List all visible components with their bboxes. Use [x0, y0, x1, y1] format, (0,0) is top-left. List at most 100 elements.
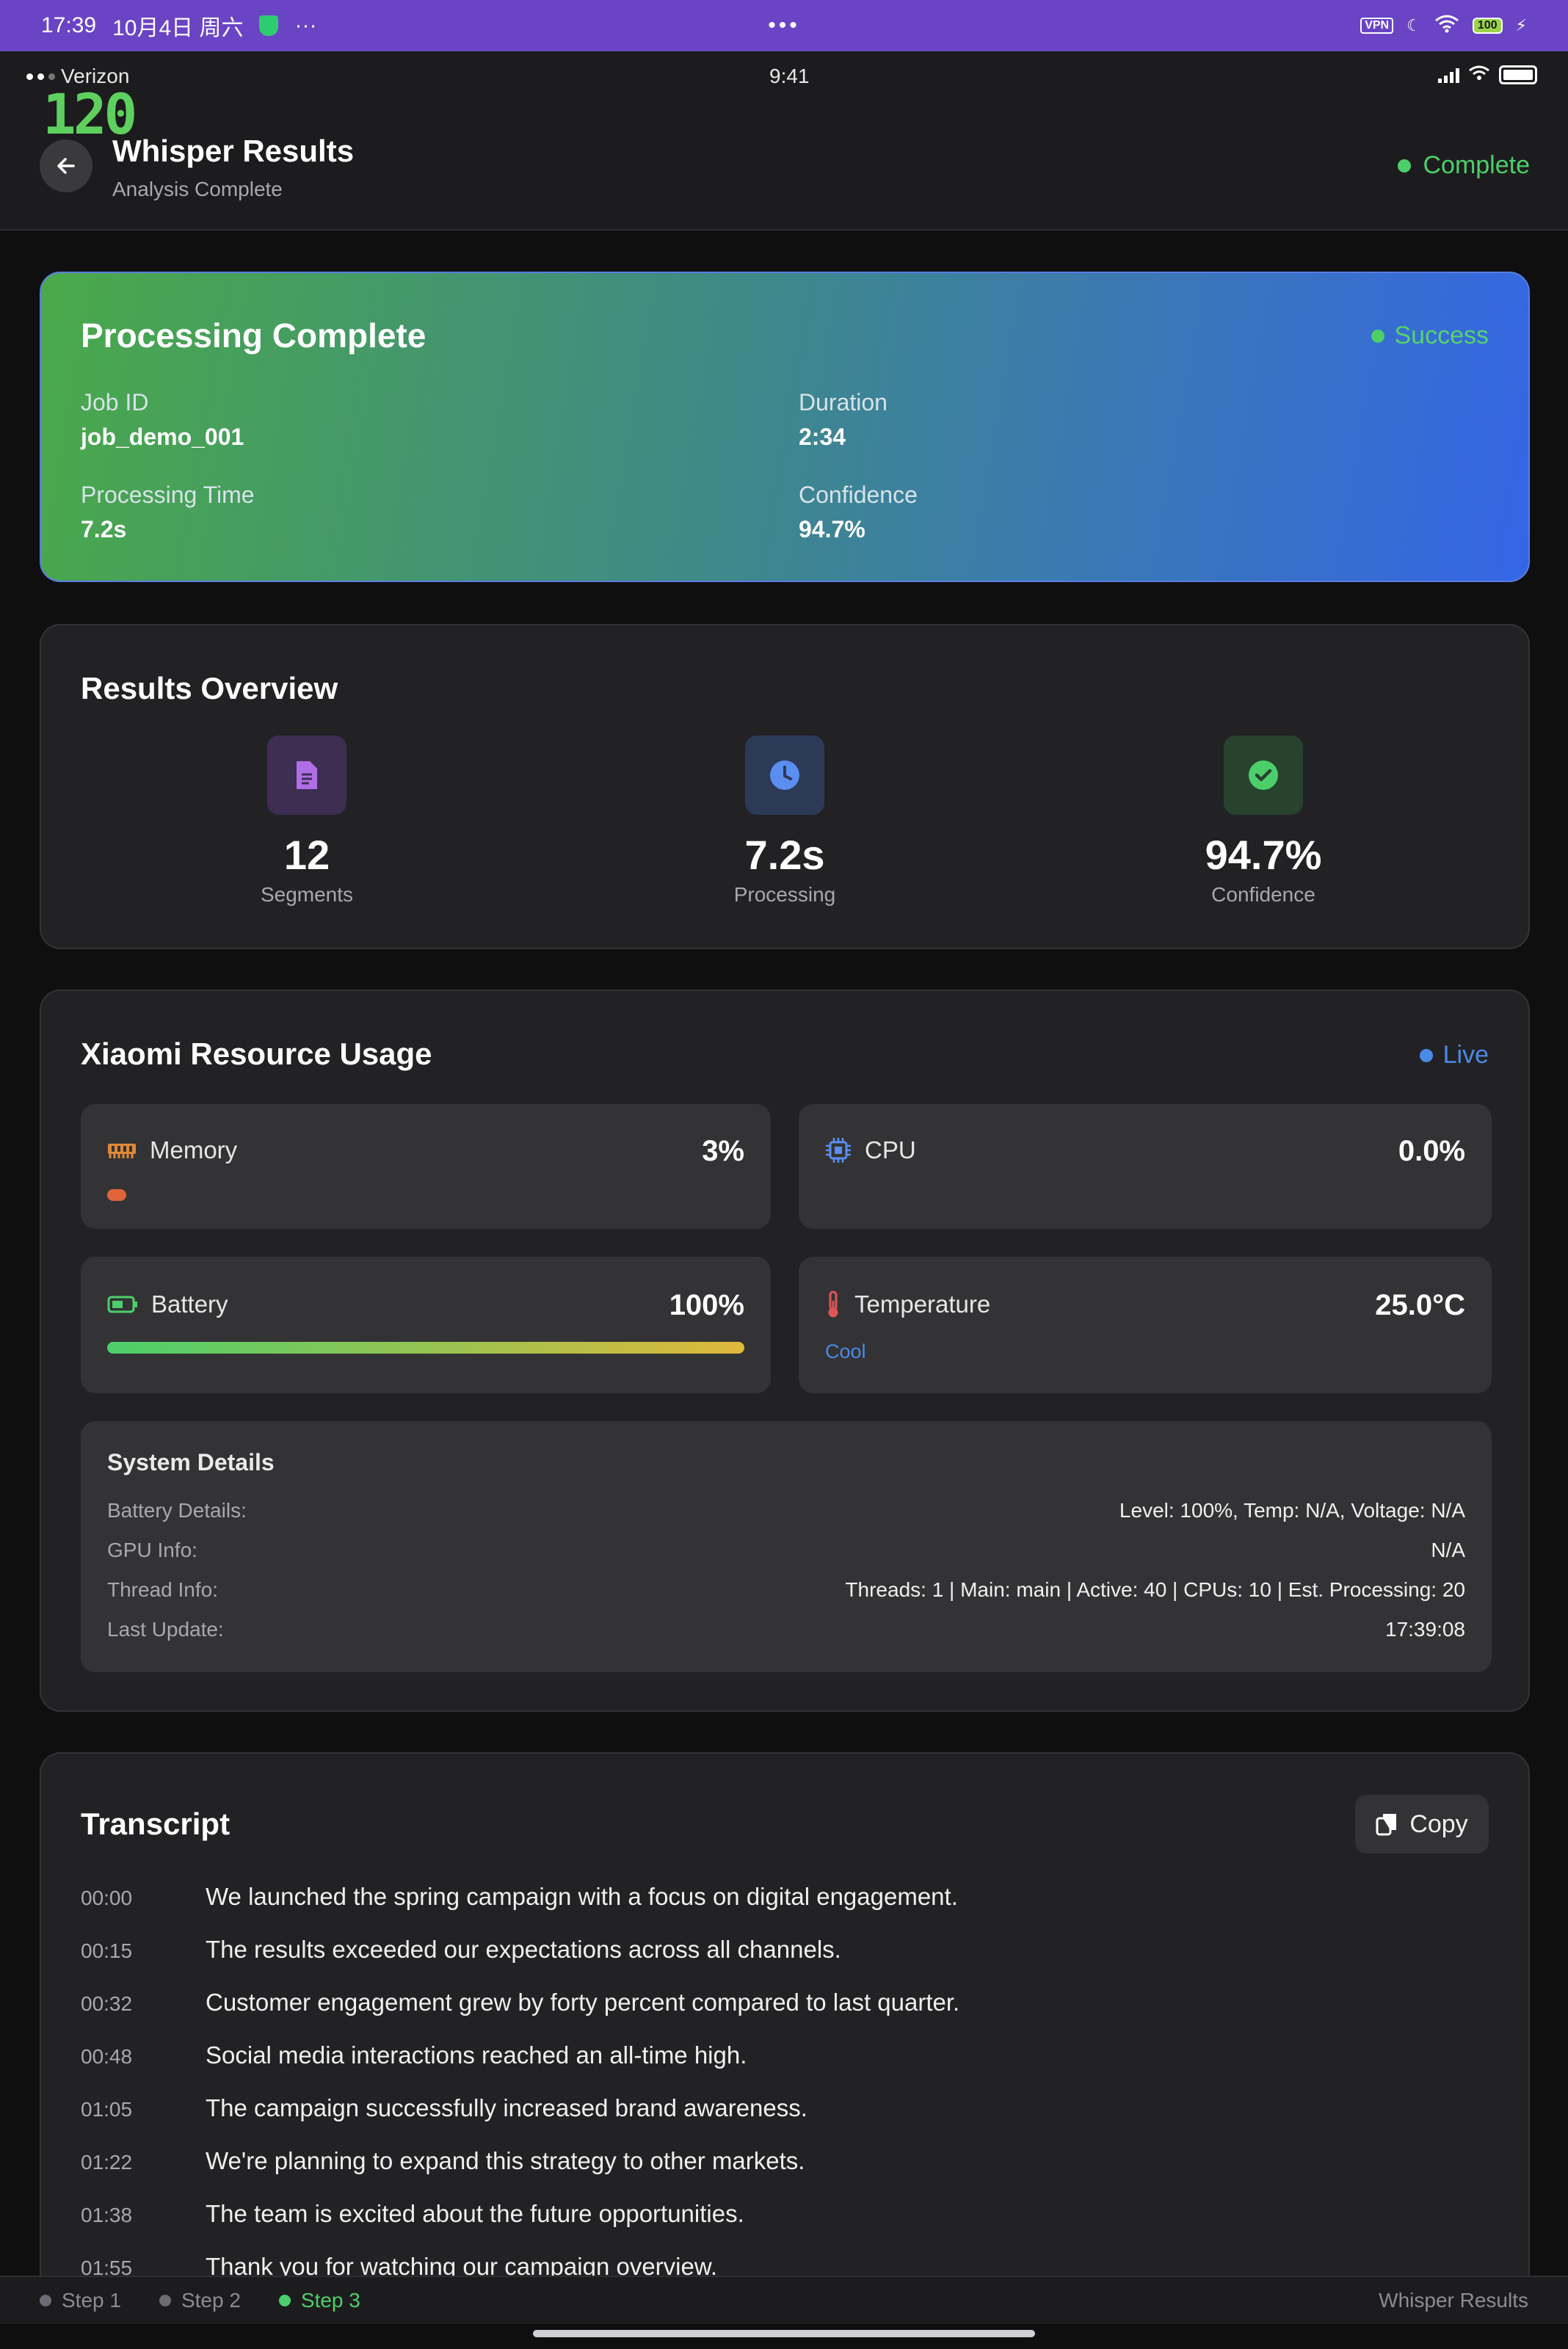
system-details-panel: System Details Battery Details: Level: 1… — [81, 1421, 1492, 1672]
confidence-stat: 94.7% Confidence — [1117, 736, 1410, 907]
step-dot-icon — [159, 2295, 171, 2306]
page-title: Whisper Results — [112, 134, 355, 168]
system-battery-icon: 100 — [1472, 18, 1503, 34]
transcript-title: Transcript — [81, 1807, 231, 1841]
copy-label: Copy — [1409, 1809, 1468, 1838]
step-1-label: Step 1 — [62, 2289, 121, 2312]
segment-text: Customer engagement grew by forty percen… — [206, 1989, 960, 2016]
system-more-indicator: ··· — [294, 13, 317, 37]
success-badge: Success — [1371, 322, 1489, 350]
temperature-name: Temperature — [825, 1290, 990, 1318]
processing-label: Processing — [733, 883, 836, 906]
system-status-bar: 17:39 10月4日 周六 ··· ••• VPN ☾ 100 ⚡ — [0, 0, 1568, 51]
live-label: Live — [1442, 1041, 1489, 1069]
processing-value: 7.2s — [744, 832, 825, 878]
transcript-segment[interactable]: 00:48 Social media interactions reached … — [81, 2041, 747, 2069]
cpu-tile: CPU 0.0% — [799, 1104, 1492, 1229]
resource-usage-title: Xiaomi Resource Usage — [81, 1036, 432, 1071]
step-dot-icon — [40, 2295, 51, 2306]
success-label: Success — [1394, 322, 1489, 349]
segment-timestamp: 00:15 — [81, 1939, 133, 1962]
step-2[interactable]: Step 2 — [159, 2289, 241, 2312]
segments-value: 12 — [283, 832, 330, 878]
battery-value: 100% — [669, 1289, 744, 1321]
memory-value: 3% — [702, 1135, 744, 1167]
copy-button[interactable]: Copy — [1355, 1795, 1489, 1854]
job-id-field: Job ID job_demo_001 — [81, 389, 244, 451]
memory-bar — [107, 1189, 744, 1201]
segment-timestamp: 00:48 — [81, 2045, 133, 2068]
transcript-segment[interactable]: 00:15 The results exceeded our expectati… — [81, 1936, 841, 1964]
step-navigation-bar: Step 1 Step 2 Step 3 Whisper Results — [0, 2276, 1568, 2324]
cellular-signal-icon — [1438, 67, 1459, 83]
transcript-segment[interactable]: 00:00 We launched the spring campaign wi… — [81, 1883, 958, 1911]
app-header: Verizon 9:41 120 Whisper Results Analysi… — [0, 51, 1568, 230]
segments-stat: 12 Segments — [160, 736, 454, 907]
results-overview-card: Results Overview 12 Segments 7.2s Proces… — [40, 624, 1530, 949]
system-details-title: System Details — [107, 1449, 275, 1475]
battery-tile: Battery 100% — [81, 1257, 771, 1393]
processing-time-label: Processing Time — [81, 482, 255, 508]
step-dot-icon — [278, 2295, 291, 2306]
footer-screen-label: Whisper Results — [1379, 2289, 1528, 2312]
processing-time-field: Processing Time 7.2s — [81, 482, 255, 543]
step-3-label: Step 3 — [300, 2289, 360, 2312]
signal-dots-icon — [26, 73, 55, 80]
segment-text: The team is excited about the future opp… — [206, 2200, 744, 2227]
transcript-segment[interactable]: 01:38 The team is excited about the futu… — [81, 2200, 744, 2228]
memory-label: Memory — [150, 1136, 238, 1163]
confidence-field: Confidence 94.7% — [799, 482, 918, 543]
step-3[interactable]: Step 3 — [278, 2289, 360, 2312]
back-button[interactable] — [40, 139, 92, 192]
live-dot-icon — [1419, 1048, 1433, 1062]
segment-text: We're planning to expand this strategy t… — [206, 2147, 805, 2174]
system-date: 10月4日 周六 — [112, 16, 244, 40]
segment-timestamp: 00:32 — [81, 1992, 133, 2015]
confidence-stat-label: Confidence — [1211, 883, 1315, 906]
segment-timestamp: 01:05 — [81, 2098, 133, 2121]
battery-label: Battery — [151, 1290, 228, 1318]
step-1[interactable]: Step 1 — [40, 2289, 121, 2312]
live-indicator: Live — [1419, 1041, 1489, 1070]
thread-info-value: Threads: 1 | Main: main | Active: 40 | C… — [845, 1578, 1465, 1601]
segment-text: The results exceeded our expectations ac… — [206, 1936, 841, 1963]
battery-details-key: Battery Details: — [107, 1499, 247, 1522]
transcript-card: Transcript Copy 00:00 We launched the sp… — [40, 1752, 1530, 2310]
battery-name: Battery — [107, 1290, 228, 1318]
processing-stat: 7.2s Processing — [638, 736, 932, 907]
resource-usage-card: Xiaomi Resource Usage Live Memory 3% CPU… — [40, 990, 1530, 1712]
header-status-label: Complete — [1423, 151, 1530, 179]
job-id-label: Job ID — [81, 389, 149, 415]
segment-timestamp: 01:22 — [81, 2151, 133, 2174]
gpu-info-key: GPU Info: — [107, 1539, 197, 1561]
home-indicator[interactable] — [0, 2324, 1568, 2349]
device-status-icons — [1438, 65, 1537, 84]
wifi-icon — [1434, 14, 1459, 37]
cpu-label: CPU — [865, 1136, 916, 1163]
overview-title: Results Overview — [81, 671, 338, 705]
transcript-segment[interactable]: 01:22 We're planning to expand this stra… — [81, 2147, 805, 2175]
cpu-value: 0.0% — [1398, 1135, 1465, 1167]
cpu-name: CPU — [825, 1136, 916, 1164]
battery-details-row: Battery Details: Level: 100%, Temp: N/A,… — [107, 1499, 1465, 1522]
battery-bar — [107, 1342, 744, 1354]
transcript-segment[interactable]: 01:05 The campaign successfully increase… — [81, 2094, 807, 2122]
charging-icon: ⚡ — [1515, 16, 1527, 35]
device-battery-icon — [1499, 65, 1537, 84]
moon-icon: ☾ — [1407, 16, 1421, 35]
gpu-info-value: N/A — [1431, 1539, 1465, 1561]
duration-value: 2:34 — [799, 424, 846, 450]
document-icon — [267, 736, 346, 815]
device-time: 9:41 — [769, 65, 810, 87]
processing-time-value: 7.2s — [81, 516, 127, 542]
multitask-dots[interactable]: ••• — [768, 13, 800, 38]
memory-bar-fill — [107, 1189, 127, 1201]
temperature-value: 25.0°C — [1375, 1289, 1465, 1321]
clock-icon — [745, 736, 824, 815]
transcript-segment[interactable]: 00:32 Customer engagement grew by forty … — [81, 1989, 959, 2016]
confidence-label: Confidence — [799, 482, 918, 508]
thread-info-row: Thread Info: Threads: 1 | Main: main | A… — [107, 1578, 1465, 1602]
device-wifi-icon — [1468, 65, 1490, 84]
memory-name: Memory — [107, 1136, 237, 1164]
step-2-label: Step 2 — [181, 2289, 241, 2312]
